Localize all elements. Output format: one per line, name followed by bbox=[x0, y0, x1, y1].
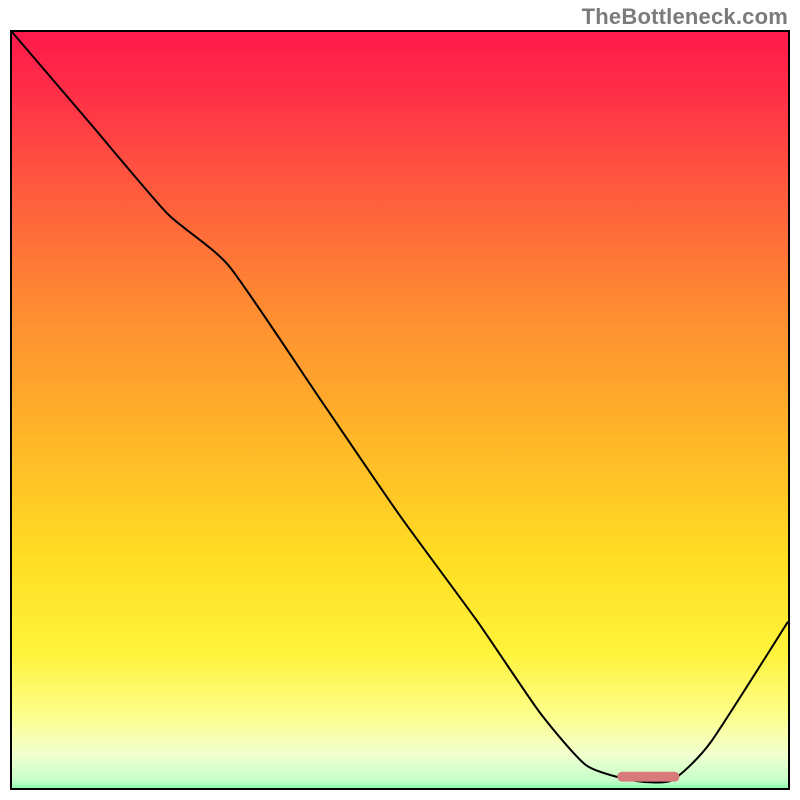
chart-overlay bbox=[12, 32, 788, 788]
watermark-text: TheBottleneck.com bbox=[582, 4, 788, 30]
bottleneck-curve bbox=[12, 32, 788, 783]
chart-frame bbox=[10, 30, 790, 790]
optimal-range-marker bbox=[617, 772, 679, 782]
